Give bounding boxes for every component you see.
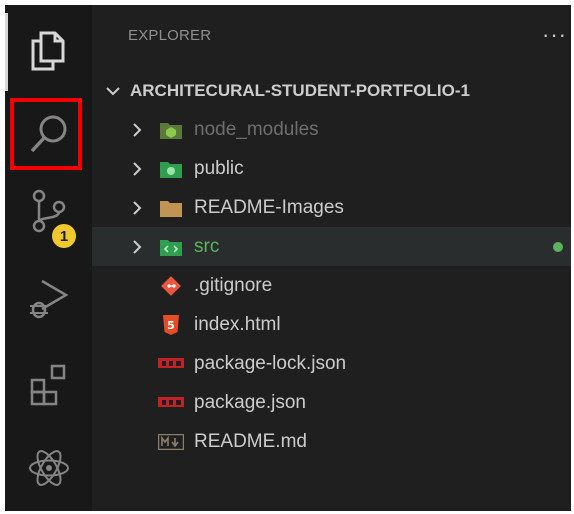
explorer-title: EXPLORER	[128, 27, 212, 44]
chevron-right-icon	[133, 122, 142, 137]
tree-item-public[interactable]: public	[92, 149, 571, 188]
tree-item-gitignore[interactable]: .gitignore	[92, 266, 571, 305]
extensions-icon	[30, 364, 65, 406]
chevron-right-icon	[133, 239, 142, 254]
src-folder-icon	[158, 236, 184, 258]
tree-item-node-modules[interactable]: node_modules	[92, 110, 571, 149]
tree-item-package-json[interactable]: package.json	[92, 383, 571, 422]
tree-item-label: public	[194, 157, 244, 179]
run-debug-button[interactable]	[5, 260, 92, 336]
svg-text:5: 5	[167, 319, 175, 332]
tree-item-package-lock-json[interactable]: package-lock.json	[92, 344, 571, 383]
explorer-sidebar: EXPLORER ··· ARCHITECURAL-STUDENT-PORTFO…	[92, 5, 571, 511]
tree-item-label: package.json	[194, 391, 306, 413]
vscode-window: 1 EXPLORER ··· ARCHITECURAL-STUDENT-PORT…	[5, 5, 571, 511]
tree-item-label: README-Images	[194, 196, 344, 218]
npm-icon	[158, 392, 184, 414]
chevron-down-icon	[106, 86, 120, 95]
react-icon	[28, 450, 69, 486]
search-highlight-box	[10, 98, 82, 170]
chevron-right-icon	[133, 200, 142, 215]
tree-item-index-html[interactable]: 5 index.html	[92, 305, 571, 344]
source-control-button[interactable]	[5, 173, 92, 249]
file-tree: ARCHITECURAL-STUDENT-PORTFOLIO-1 node_mo…	[92, 71, 571, 461]
markdown-icon	[158, 431, 184, 453]
folder-icon	[158, 197, 184, 219]
public-folder-icon	[158, 158, 184, 180]
workspace-root[interactable]: ARCHITECURAL-STUDENT-PORTFOLIO-1	[92, 71, 571, 110]
tree-item-label: index.html	[194, 313, 281, 335]
activity-bar: 1	[5, 5, 92, 511]
node-modules-folder-icon	[158, 119, 184, 141]
tree-item-label: package-lock.json	[194, 352, 347, 374]
tree-item-label: README.md	[194, 430, 307, 452]
tree-item-label: node_modules	[194, 118, 319, 140]
tree-item-readme-images[interactable]: README-Images	[92, 188, 571, 227]
source-control-badge: 1	[52, 224, 76, 248]
run-debug-icon	[29, 279, 68, 319]
explorer-button[interactable]	[5, 13, 92, 89]
npm-icon	[158, 353, 184, 375]
workspace-root-label: ARCHITECURAL-STUDENT-PORTFOLIO-1	[130, 80, 470, 100]
react-button[interactable]	[5, 430, 92, 506]
tree-item-readme-md[interactable]: README.md	[92, 422, 571, 461]
explorer-icon	[31, 31, 64, 71]
html5-icon: 5	[158, 314, 184, 336]
more-actions-button[interactable]: ···	[542, 22, 567, 48]
tree-item-label: src	[194, 235, 220, 257]
modified-dot	[553, 242, 563, 252]
tree-item-src[interactable]: src	[92, 227, 571, 266]
chevron-right-icon	[133, 161, 142, 176]
git-icon	[158, 275, 184, 297]
tree-item-label: .gitignore	[194, 274, 273, 296]
extensions-button[interactable]	[5, 345, 92, 421]
